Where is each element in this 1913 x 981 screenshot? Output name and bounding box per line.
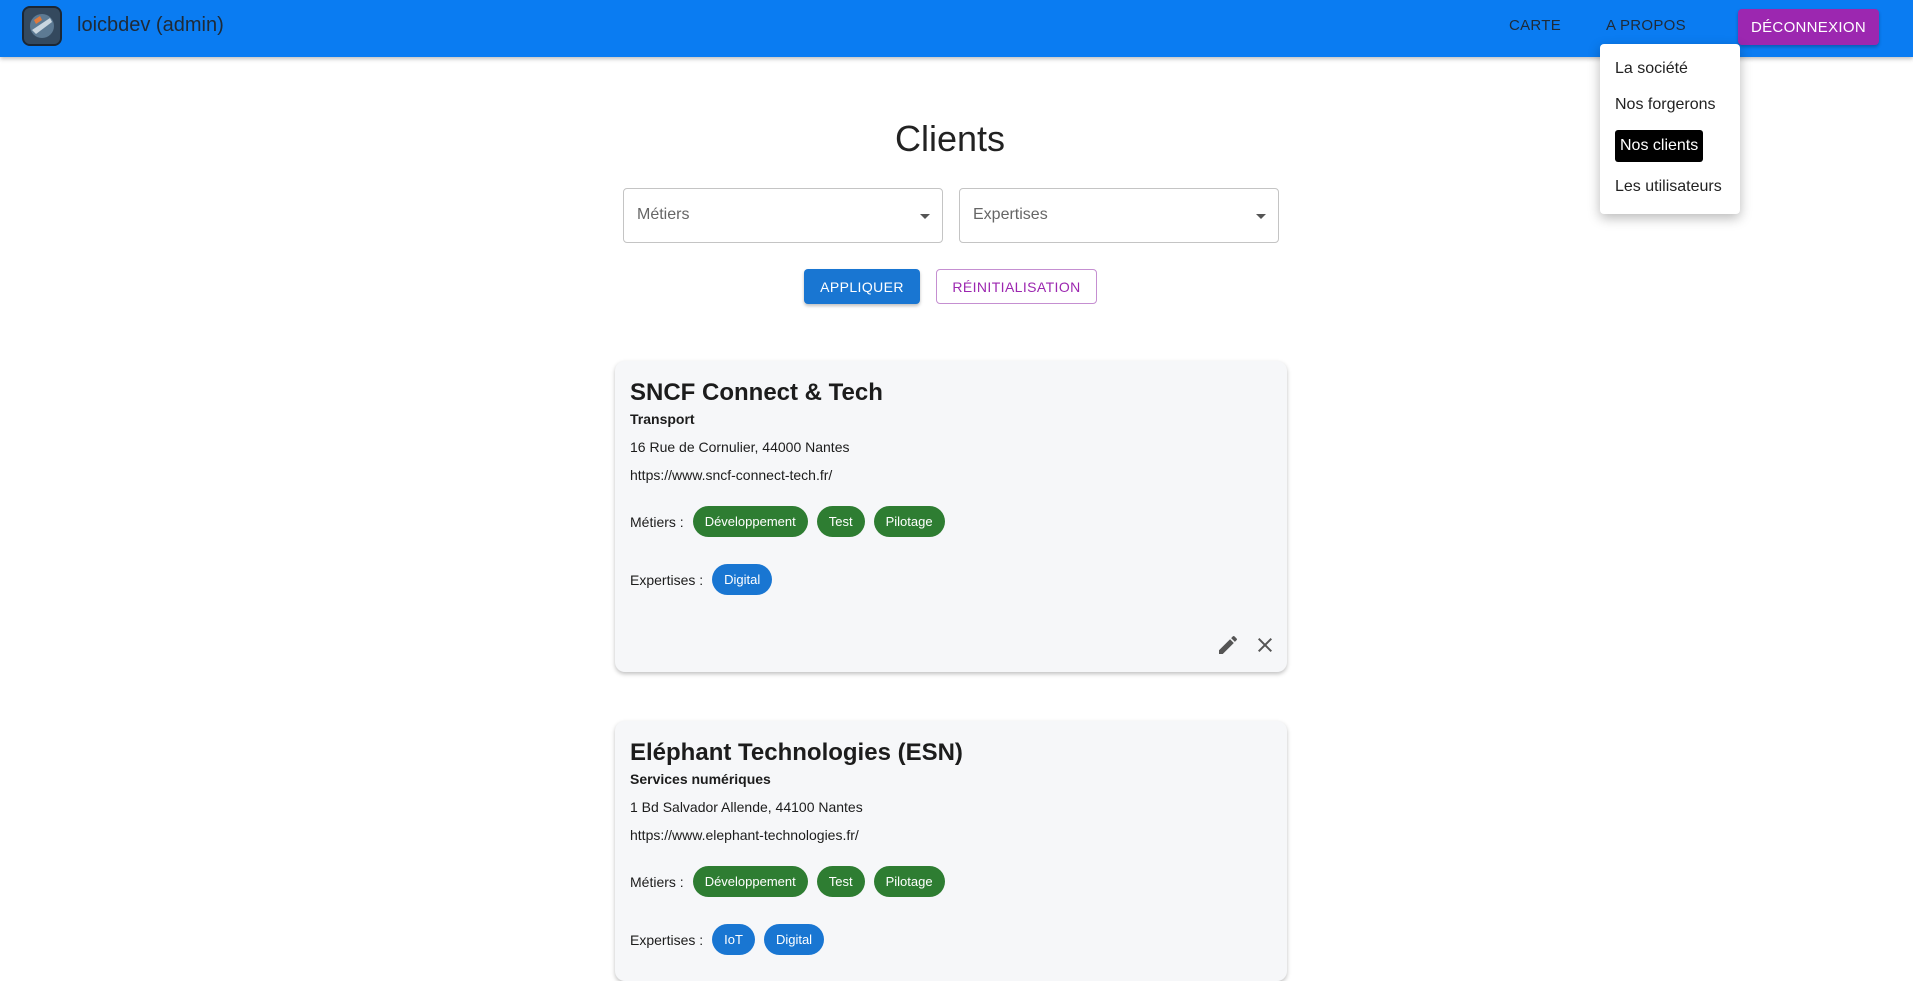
client-address: 16 Rue de Cornulier, 44000 Nantes bbox=[630, 439, 850, 455]
trade-chip: Pilotage bbox=[873, 506, 945, 537]
client-name: SNCF Connect & Tech bbox=[630, 379, 883, 406]
client-card: SNCF Connect & Tech Transport 16 Rue de … bbox=[615, 361, 1287, 672]
caret-down-icon bbox=[1256, 214, 1266, 219]
menu-item-blacksmiths[interactable]: Nos forgerons bbox=[1615, 96, 1716, 114]
nav-map-link[interactable]: CARTE bbox=[1509, 17, 1561, 34]
apply-button[interactable]: APPLIQUER bbox=[804, 269, 920, 304]
trade-chip: Pilotage bbox=[873, 866, 945, 897]
expertises-select[interactable]: Expertises bbox=[959, 188, 1279, 243]
expertise-chip: IoT bbox=[712, 924, 755, 955]
trade-chip: Test bbox=[816, 506, 865, 537]
client-url[interactable]: https://www.sncf-connect-tech.fr/ bbox=[630, 467, 832, 483]
menu-item-users[interactable]: Les utilisateurs bbox=[1615, 178, 1722, 196]
client-sector: Transport bbox=[630, 411, 695, 427]
expertise-chip: Digital bbox=[712, 564, 773, 595]
trade-chip: Développement bbox=[692, 866, 808, 897]
logout-button[interactable]: DÉCONNEXION bbox=[1738, 9, 1879, 45]
trades-select[interactable]: Métiers bbox=[623, 188, 943, 243]
client-trades-row: Métiers : Développement Test Pilotage bbox=[630, 866, 945, 897]
expertises-label: Expertises : bbox=[630, 571, 704, 588]
expertises-select-placeholder: Expertises bbox=[973, 206, 1048, 223]
menu-item-company[interactable]: La société bbox=[1615, 60, 1688, 78]
client-card: Eléphant Technologies (ESN) Services num… bbox=[615, 721, 1287, 981]
close-icon[interactable] bbox=[1253, 633, 1277, 657]
client-name: Eléphant Technologies (ESN) bbox=[630, 739, 963, 766]
trades-label: Métiers : bbox=[630, 513, 684, 530]
client-expertises-row: Expertises : IoT Digital bbox=[630, 924, 825, 955]
nav-about-link[interactable]: A PROPOS bbox=[1606, 17, 1686, 34]
caret-down-icon bbox=[920, 214, 930, 219]
expertises-label: Expertises : bbox=[630, 931, 704, 948]
trade-chip: Développement bbox=[692, 506, 808, 537]
client-address: 1 Bd Salvador Allende, 44100 Nantes bbox=[630, 799, 863, 815]
trade-chip: Test bbox=[816, 866, 865, 897]
pencil-icon[interactable] bbox=[1216, 633, 1240, 657]
app-title: loicbdev (admin) bbox=[77, 14, 224, 36]
client-url[interactable]: https://www.elephant-technologies.fr/ bbox=[630, 827, 859, 843]
client-expertises-row: Expertises : Digital bbox=[630, 564, 773, 595]
reset-button[interactable]: RÉINITIALISATION bbox=[936, 269, 1097, 304]
page-title: Clients bbox=[894, 118, 1006, 159]
client-trades-row: Métiers : Développement Test Pilotage bbox=[630, 506, 945, 537]
trades-label: Métiers : bbox=[630, 873, 684, 890]
client-sector: Services numériques bbox=[630, 771, 771, 787]
app-logo[interactable] bbox=[22, 6, 62, 46]
trades-select-placeholder: Métiers bbox=[637, 206, 690, 223]
expertise-chip: Digital bbox=[763, 924, 825, 955]
